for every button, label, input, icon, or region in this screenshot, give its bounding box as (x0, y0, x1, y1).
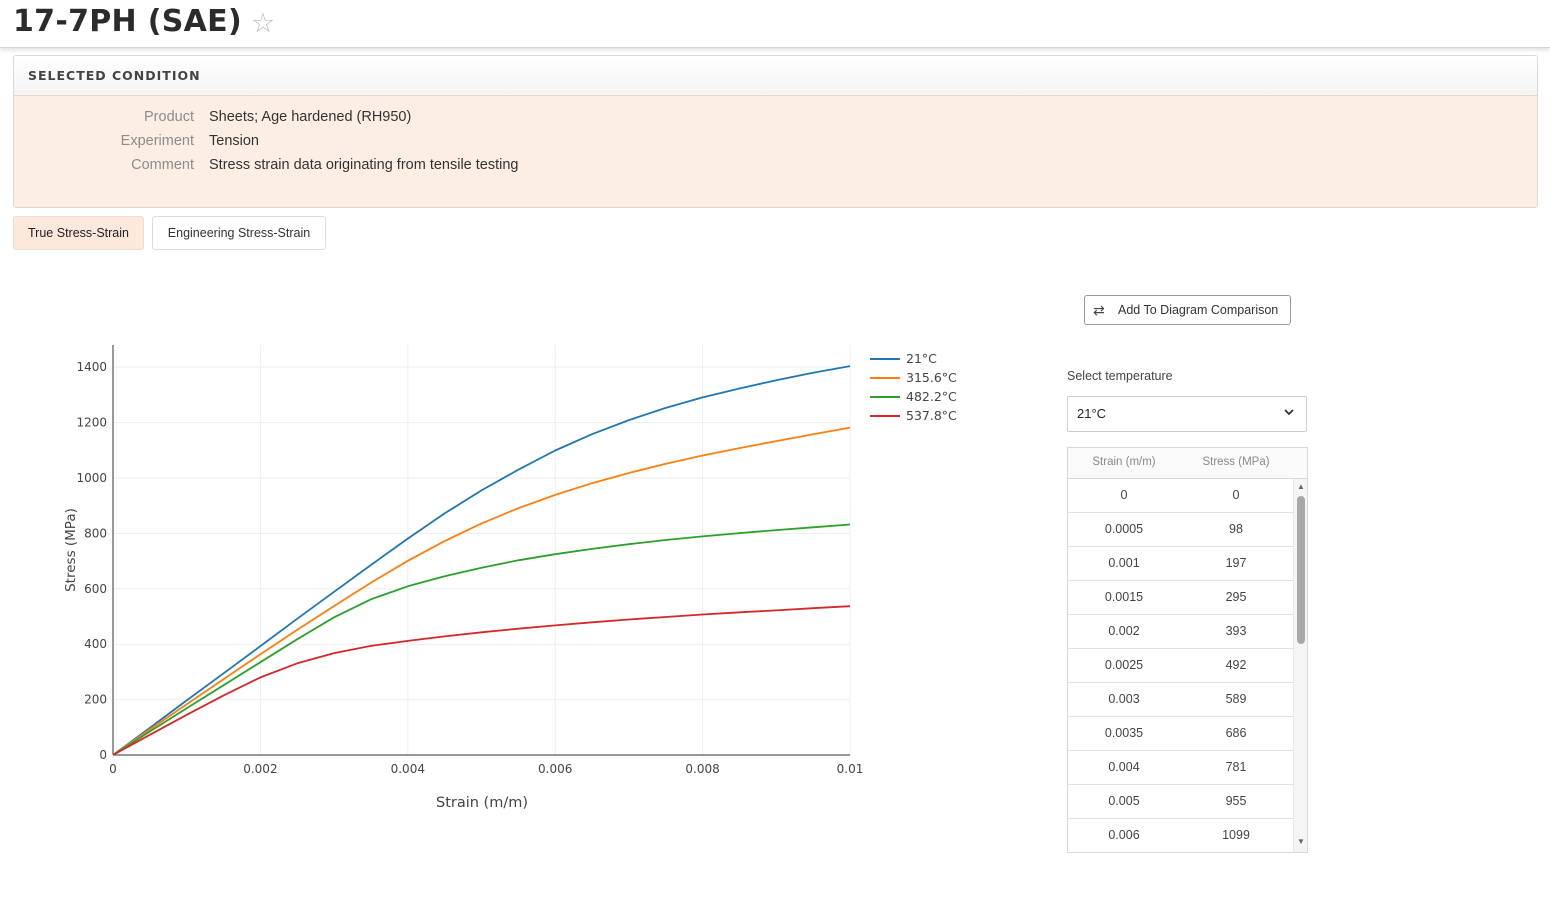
condition-value: Sheets; Age hardened (RH950) (209, 109, 412, 125)
table-row[interactable]: 0.006 1099 (1068, 819, 1293, 852)
y-tick-label: 200 (84, 693, 107, 707)
x-tick-label: 0.01 (837, 762, 864, 776)
x-tick-label: 0 (109, 762, 117, 776)
chevron-down-icon (1284, 409, 1294, 416)
y-tick-label: 1200 (76, 416, 107, 430)
stress-cell: 197 (1225, 556, 1247, 570)
series-line-2 (112, 523, 851, 756)
table-row[interactable]: 0.0005 98 (1068, 513, 1293, 547)
condition-key: Experiment (120, 133, 194, 149)
tab-true-stress-strain[interactable]: True Stress-Strain (13, 216, 144, 250)
scrollbar-thumb[interactable] (1297, 496, 1305, 644)
tab-engineering-stress-strain[interactable]: Engineering Stress-Strain (152, 216, 326, 250)
strain-cell: 0.001 (1108, 556, 1140, 570)
y-axis-title: Stress (MPa) (63, 508, 79, 592)
table-row[interactable]: 0.0015 295 (1068, 581, 1293, 615)
strain-cell: 0 (1120, 488, 1128, 502)
y-tick-label: 0 (99, 748, 107, 762)
compare-button-label: Add To Diagram Comparison (1118, 303, 1279, 317)
stress-strain-chart: 0 0.002 0.004 0.006 0.008 0.01 0 200 400 600 800 10… (63, 345, 957, 811)
table-row[interactable]: 0.0035 686 (1068, 717, 1293, 751)
table-body: 0 0 0.0005 98 0.001 197 0.0015 295 0.002 393 0.002… (1068, 479, 1293, 852)
y-tick-label: 800 (84, 526, 107, 540)
stress-strain-table: Strain (m/m) Stress (MPa) 0 0 0.0005 98 0.00… (1067, 447, 1308, 853)
strain-cell: 0.006 (1108, 828, 1140, 842)
strain-cell: 0.0025 (1104, 658, 1144, 672)
stress-cell: 955 (1225, 794, 1247, 808)
series-line-0 (112, 365, 851, 756)
legend-label[interactable]: 315.6°C (906, 370, 957, 385)
legend-label[interactable]: 482.2°C (906, 389, 957, 404)
table-row[interactable]: 0.003 589 (1068, 683, 1293, 717)
temperature-select-label: Select temperature (1067, 369, 1173, 383)
table-header: Strain (m/m) Stress (MPa) (1068, 448, 1307, 479)
table-row[interactable]: 0.001 197 (1068, 547, 1293, 581)
series-line-1 (112, 426, 851, 756)
table-row[interactable]: 0.005 955 (1068, 785, 1293, 819)
condition-key: Product (144, 109, 194, 125)
table-row[interactable]: 0.0025 492 (1068, 649, 1293, 683)
x-tick-label: 0.002 (243, 762, 277, 776)
column-header-strain[interactable]: Strain (m/m) (1068, 456, 1180, 468)
stress-cell: 589 (1225, 692, 1247, 706)
stress-cell: 1099 (1222, 828, 1250, 842)
condition-key: Comment (131, 157, 194, 173)
condition-row-experiment: Experiment Tension (14, 133, 1014, 153)
panel-title: SELECTED CONDITION (28, 68, 201, 83)
y-tick-label: 600 (84, 582, 107, 596)
panel-header: SELECTED CONDITION (14, 56, 1537, 96)
x-tick-label: 0.004 (391, 762, 425, 776)
stress-cell: 0 (1232, 488, 1240, 502)
add-to-diagram-comparison-button[interactable]: ⇄ Add To Diagram Comparison (1084, 295, 1291, 325)
column-header-stress[interactable]: Stress (MPa) (1180, 456, 1292, 468)
strain-cell: 0.0005 (1104, 522, 1144, 536)
page-title: 17-7PH (SAE) (13, 4, 242, 39)
strain-cell: 0.0015 (1104, 590, 1144, 604)
strain-cell: 0.0035 (1104, 726, 1144, 740)
strain-cell: 0.004 (1108, 760, 1140, 774)
condition-row-comment: Comment Stress strain data originating f… (14, 157, 1014, 177)
selected-condition-panel: SELECTED CONDITION Product Sheets; Age h… (13, 55, 1538, 208)
stress-cell: 295 (1225, 590, 1247, 604)
x-axis-title: Strain (m/m) (436, 795, 528, 811)
temperature-select[interactable]: 21°C (1067, 396, 1307, 432)
favorite-star-icon[interactable]: ☆ (246, 6, 280, 40)
strain-cell: 0.003 (1108, 692, 1140, 706)
stress-cell: 492 (1225, 658, 1247, 672)
strain-cell: 0.005 (1108, 794, 1140, 808)
stress-cell: 686 (1225, 726, 1247, 740)
stress-cell: 393 (1225, 624, 1247, 638)
table-scrollbar[interactable]: ▲ ▼ (1293, 479, 1307, 852)
temperature-select-value: 21°C (1077, 406, 1107, 421)
condition-row-product: Product Sheets; Age hardened (RH950) (14, 109, 1014, 129)
y-tick-label: 1400 (76, 360, 107, 374)
compare-arrows-icon: ⇄ (1093, 302, 1105, 318)
y-tick-label: 1000 (76, 471, 107, 485)
stress-cell: 98 (1229, 522, 1243, 536)
stress-cell: 781 (1225, 760, 1247, 774)
scroll-up-arrow-icon[interactable]: ▲ (1297, 483, 1305, 491)
condition-value: Stress strain data originating from tens… (209, 157, 519, 173)
table-row[interactable]: 0.004 781 (1068, 751, 1293, 785)
x-tick-label: 0.008 (685, 762, 719, 776)
table-row[interactable]: 0.002 393 (1068, 615, 1293, 649)
scroll-down-arrow-icon[interactable]: ▼ (1297, 838, 1305, 846)
strain-cell: 0.002 (1108, 624, 1140, 638)
legend-label[interactable]: 21°C (906, 351, 937, 366)
y-tick-label: 400 (84, 637, 107, 651)
page-header: 17-7PH (SAE) ☆ (0, 0, 1550, 48)
series-line-3 (112, 605, 851, 756)
table-row[interactable]: 00 (1068, 479, 1293, 513)
legend-label[interactable]: 537.8°C (906, 408, 957, 423)
x-tick-label: 0.006 (538, 762, 572, 776)
condition-value: Tension (209, 133, 259, 149)
